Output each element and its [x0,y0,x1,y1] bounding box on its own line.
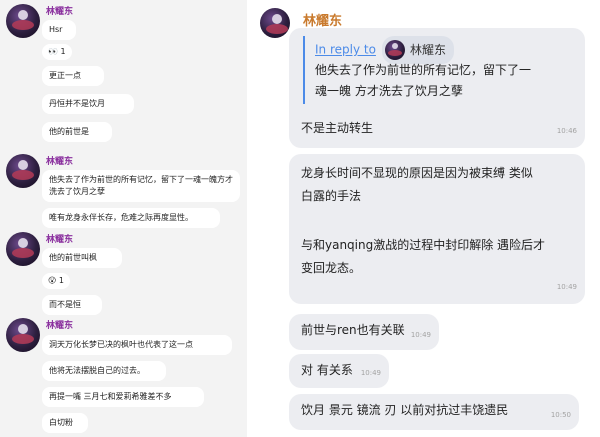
message-bubble: 唯有龙身永伴长存，危难之际再度显性。 [42,208,220,228]
message-bubble: 前世与ren也有关联 10:49 [289,314,439,350]
timestamp: 10:50 [550,411,571,419]
message-bubble: 白切粉 [42,413,88,433]
message-text: 前世与ren也有关联 [301,323,405,337]
timestamp: 10:49 [360,369,381,377]
reaction-count: 1 [60,47,66,56]
reaction-chip[interactable]: 👀 1 [42,44,72,60]
message-bubble: 龙身长时间不显现的原因是因为被束缚 类似 白露的手法 与和yanqing激战的过… [289,154,585,304]
message-text-line: 白露的手法 [301,189,362,203]
message-text: 对 有关系 [301,363,353,377]
message-bubble: 更正一点 [42,66,104,86]
message-bubble: 他的前世是 [42,122,112,142]
author-name: 林耀东 [46,157,74,167]
message-text-line: 与和yanqing激战的过程中封印解除 遇险后才 [301,238,546,252]
reply-quote[interactable]: In reply to 林耀东 他失去了作为前世的所有记忆，留下了一 魂一魄 方才… [303,36,573,104]
message-bubble: 而不是恒 [42,295,102,315]
message-bubble: In reply to 林耀东 他失去了作为前世的所有记忆，留下了一 魂一魄 方才… [289,28,585,148]
message-bubble: 对 有关系 10:49 [289,354,389,388]
message-bubble: Hsr [42,20,76,40]
message-text-line: 变回龙态。 [301,261,362,275]
message-bubble: 他的前世叫枫 [42,248,122,268]
reaction-chip[interactable]: 😮 1 [42,273,70,289]
avatar[interactable] [6,154,40,188]
right-chat-panel: 林耀东 In reply to 林耀东 他失去了作为前世的所有记忆，留下了一 魂一… [247,0,600,437]
reaction-count: 1 [58,276,64,285]
author-name: 林耀东 [46,7,74,17]
timestamp: 10:49 [410,331,431,339]
message-bubble: 饮月 景元 镜流 刃 以前对抗过丰饶遗民 10:50 [289,394,579,430]
quoted-text-line: 魂一魄 方才洗去了饮月之孽 [315,84,463,98]
surprised-face-icon: 😮 [48,276,57,285]
avatar[interactable] [6,318,40,352]
message-text: 饮月 景元 镜流 刃 以前对抗过丰饶遗民 [301,403,509,417]
eyes-emoji-icon: 👀 [48,47,58,56]
author-name: 林耀东 [46,235,74,245]
message-bubble: 洞天万化长梦已决的枫叶也代表了这一点 [42,335,232,355]
timestamp: 10:46 [556,127,577,135]
author-name: 林耀东 [46,321,74,331]
timestamp: 10:49 [556,283,577,291]
message-bubble: 丹恒并不是饮月 [42,94,134,114]
message-text: 不是主动转生 [301,121,374,135]
left-chat-panel: 林耀东 Hsr 👀 1 更正一点 丹恒并不是饮月 他的前世是 林耀东 他失去了作… [0,0,247,437]
message-text-line: 龙身长时间不显现的原因是因为被束缚 类似 [301,166,533,180]
message-bubble: 再提一嘴 三月七和爱莉希雅差不多 [42,387,204,407]
chat-screenshot-collage: 林耀东 Hsr 👀 1 更正一点 丹恒并不是饮月 他的前世是 林耀东 他失去了作… [0,0,600,437]
message-bubble: 他失去了作为前世的所有记忆，留下了一魂一魄方才洗去了饮月之孽 [42,170,240,202]
author-name: 林耀东 [303,14,343,29]
avatar[interactable] [6,4,40,38]
avatar [384,40,405,60]
avatar[interactable] [260,8,290,38]
message-bubble: 他将无法摆脱自己的过去。 [42,361,166,381]
avatar[interactable] [6,232,40,266]
in-reply-to-link[interactable]: In reply to [315,43,376,57]
quoted-text-line: 他失去了作为前世的所有记忆，留下了一 [315,63,532,77]
